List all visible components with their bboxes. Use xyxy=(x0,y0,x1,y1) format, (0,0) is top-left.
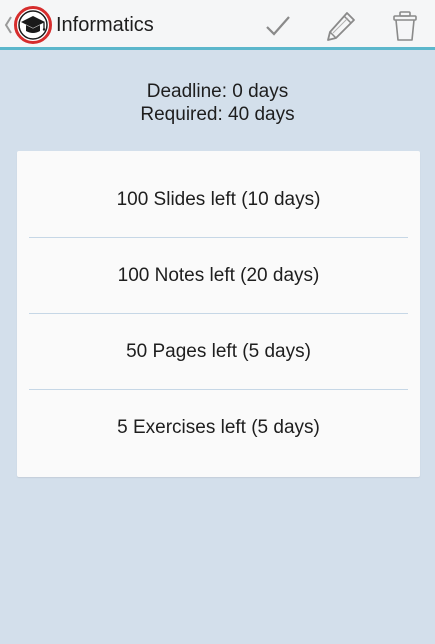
back-icon[interactable] xyxy=(3,14,13,36)
pencil-icon xyxy=(327,12,355,41)
page-title: Informatics xyxy=(56,14,154,36)
deadline-summary: Deadline: 0 days Required: 40 days xyxy=(0,80,435,126)
required-text: Required: 40 days xyxy=(140,104,295,125)
task-item-exercises[interactable]: 5 Exercises left (5 days) xyxy=(29,390,408,466)
action-bar: Informatics xyxy=(0,0,435,50)
app-logo-icon[interactable] xyxy=(14,6,52,44)
trash-icon xyxy=(393,11,417,41)
task-item-pages[interactable]: 50 Pages left (5 days) xyxy=(29,314,408,390)
deadline-text: Deadline: 0 days xyxy=(146,81,289,102)
task-item-slides[interactable]: 100 Slides left (10 days) xyxy=(29,162,408,238)
mark-done-button[interactable] xyxy=(258,6,298,46)
tasks-card: 100 Slides left (10 days) 100 Notes left… xyxy=(17,151,420,477)
check-icon xyxy=(266,16,290,36)
task-item-notes[interactable]: 100 Notes left (20 days) xyxy=(29,238,408,314)
edit-button[interactable] xyxy=(321,6,361,46)
delete-button[interactable] xyxy=(385,6,425,46)
